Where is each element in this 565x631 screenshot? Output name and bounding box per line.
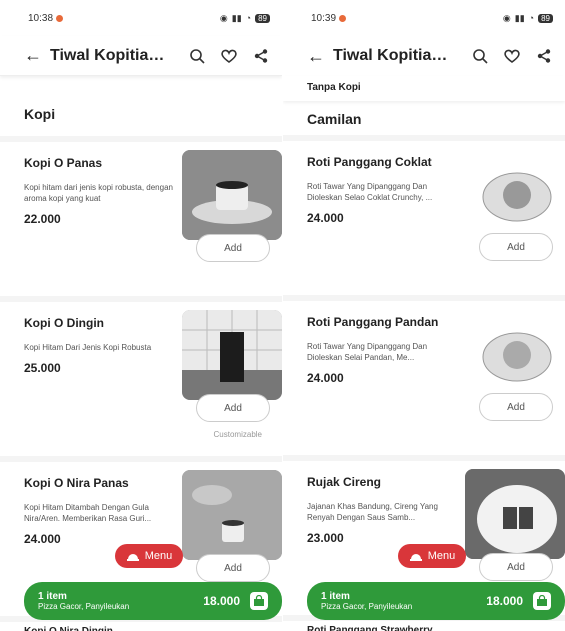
iced-coffee-image: [182, 310, 282, 400]
section-heading: Camilan: [307, 111, 362, 127]
notification-icon: [339, 14, 347, 22]
back-arrow-icon[interactable]: ←: [24, 45, 42, 66]
item-description: Roti Tawar Yang Dipanggang Dan Dioleskan…: [307, 342, 428, 362]
right-screen: 10:39 ◉ ▮▮ ◔ 89 ← Tiwal Kopitiam J... Ta…: [283, 0, 565, 631]
add-button[interactable]: Add: [196, 234, 270, 262]
share-icon[interactable]: [533, 45, 555, 67]
toast-image: [465, 149, 565, 239]
cart-count: 1 item: [321, 591, 350, 602]
shopping-bag-icon: [250, 592, 268, 610]
page-title: Tiwal Kopitiam J...: [50, 46, 176, 64]
app-bar: ← Tiwal Kopitiam J...: [0, 36, 282, 76]
menu-item[interactable]: Roti Panggang Pandan Roti Tawar Yang Dip…: [283, 301, 565, 461]
signal-icon: ▮▮: [231, 12, 242, 23]
store-name: Pizza Gacor, Panyileukan: [38, 602, 130, 611]
page-title: Tiwal Kopitiam J...: [333, 47, 459, 64]
item-description: Kopi Hitam Dari Jenis Kopi Robusta: [24, 343, 152, 352]
section-heading: Kopi: [24, 106, 56, 122]
toast-image: [465, 309, 565, 399]
add-button[interactable]: Add: [196, 554, 270, 582]
cart-count: 1 item: [38, 591, 67, 602]
wifi-icon: ◔: [528, 13, 535, 23]
store-name: Pizza Gacor, Panyileukan: [321, 602, 413, 611]
status-icons: ◉ ▮▮ ◔ 89: [503, 13, 553, 24]
heart-icon[interactable]: [218, 45, 240, 67]
heart-icon[interactable]: [501, 45, 523, 67]
add-button[interactable]: Add: [479, 393, 553, 421]
add-button[interactable]: Add: [479, 553, 553, 581]
item-description: Jajanan Khas Bandung, Cireng Yang Renyah…: [307, 502, 438, 522]
share-icon[interactable]: [250, 45, 272, 67]
item-description: Kopi Hitam Ditambah Dengan Gula Nira/Are…: [24, 503, 152, 523]
coffee-cup-image: [182, 470, 282, 560]
item-description: Kopi hitam dari jenis kopi robusta, deng…: [24, 183, 173, 203]
cart-total: 18.000: [203, 594, 240, 608]
time: 10:39: [311, 12, 337, 24]
wifi-icon: ◔: [245, 13, 252, 23]
cireng-image: [465, 469, 565, 559]
menu-button[interactable]: Menu: [398, 544, 466, 568]
menu-item[interactable]: Kopi O Dingin Kopi Hitam Dari Jenis Kopi…: [0, 302, 282, 462]
battery-icon: 89: [538, 13, 553, 23]
alarm-icon: ◉: [502, 12, 511, 23]
cart-bar[interactable]: 1 item Pizza Gacor, Panyileukan 18.000: [24, 582, 282, 620]
customizable-label: Customizable: [213, 430, 262, 439]
status-bar: 10:38 ◉ ▮▮ ◔ 89: [0, 0, 282, 36]
menu-label: Menu: [427, 550, 456, 562]
add-button[interactable]: Add: [196, 394, 270, 422]
status-icons: ◉ ▮▮ ◔ 89: [220, 13, 270, 24]
menu-icon: [409, 554, 422, 561]
add-button[interactable]: Add: [479, 233, 553, 261]
time: 10:38: [28, 12, 54, 24]
menu-item[interactable]: Kopi O Panas Kopi hitam dari jenis kopi …: [0, 142, 282, 302]
cart-bar[interactable]: 1 item Pizza Gacor, Panyileukan 18.000: [307, 582, 565, 620]
next-item-name: Kopi O Nira Dingin: [0, 622, 282, 631]
back-arrow-icon[interactable]: ←: [307, 46, 325, 67]
menu-label: Menu: [144, 550, 173, 562]
menu-icon: [126, 554, 139, 561]
category-tab[interactable]: Tanpa Kopi: [283, 76, 565, 101]
status-bar: 10:39 ◉ ▮▮ ◔ 89: [283, 0, 565, 36]
cart-total: 18.000: [486, 594, 523, 608]
next-item-name: Roti Panggang Strawberry: [307, 625, 433, 631]
menu-button[interactable]: Menu: [115, 544, 183, 568]
shopping-bag-icon: [533, 592, 551, 610]
battery-icon: 89: [255, 13, 270, 23]
search-icon[interactable]: [186, 45, 208, 67]
left-screen: 10:38 ◉ ▮▮ ◔ 89 ← Tiwal Kopitiam J... Ko…: [0, 0, 282, 631]
signal-icon: ▮▮: [514, 12, 525, 23]
menu-item[interactable]: Roti Panggang Coklat Roti Tawar Yang Dip…: [283, 141, 565, 301]
item-description: Roti Tawar Yang Dipanggang Dan Dioleskan…: [307, 182, 433, 202]
app-bar: ← Tiwal Kopitiam J...: [283, 36, 565, 76]
alarm-icon: ◉: [219, 12, 228, 23]
coffee-cup-image: [182, 150, 282, 240]
notification-icon: [56, 14, 64, 22]
search-icon[interactable]: [469, 45, 491, 67]
